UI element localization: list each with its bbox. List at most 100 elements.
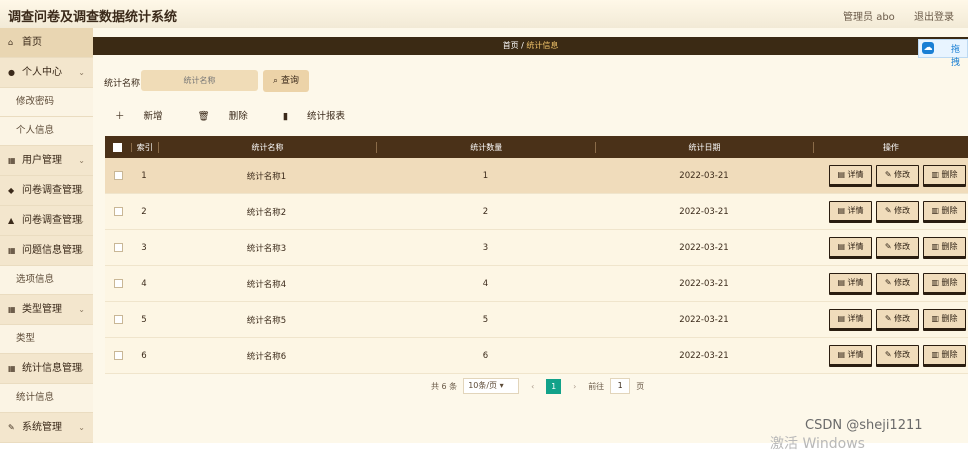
search-icon: ⌕	[273, 76, 279, 86]
sidebar-item[interactable]: ● 个人中心 ⌄	[0, 58, 93, 88]
pencil-icon: ✎	[884, 313, 892, 323]
select-all-checkbox[interactable]	[113, 142, 123, 152]
cell-actions: ▤ 详情 ✎ 修改 ▥ 删除	[813, 272, 968, 295]
sidebar-item[interactable]: ▦ 问题信息管理 ⌄	[0, 236, 93, 266]
edit-button[interactable]: ✎ 修改	[876, 272, 919, 295]
chevron-down-icon: ▾	[499, 381, 504, 390]
sidebar-subitem[interactable]: 统计信息	[0, 384, 93, 413]
edit-button[interactable]: ✎ 修改	[876, 308, 919, 331]
breadcrumb-home[interactable]: 首页	[503, 41, 519, 50]
detail-button[interactable]: ▤ 详情	[829, 272, 872, 295]
remove-button[interactable]: ▥ 删除	[923, 344, 966, 367]
row-checkbox[interactable]	[113, 314, 123, 324]
header-checkbox-cell	[105, 142, 132, 152]
sidebar-item[interactable]: ▦ 统计信息管理 ⌄	[0, 354, 93, 384]
remove-button[interactable]: ▥ 删除	[923, 272, 966, 295]
detail-button[interactable]: ▤ 详情	[829, 164, 872, 187]
page-size-select[interactable]: 10条/页 ▾	[463, 378, 520, 394]
bar-chart-icon: ▮	[282, 111, 288, 122]
sidebar-item-label: 选项信息	[16, 274, 55, 285]
row-checkbox[interactable]	[113, 278, 123, 288]
document-icon: ▤	[837, 349, 845, 359]
document-icon: ▤	[837, 277, 845, 287]
report-button-label: 统计报表	[307, 111, 346, 122]
search-input[interactable]	[141, 70, 258, 91]
breadcrumb-current: 统计信息	[526, 41, 559, 50]
sidebar-item[interactable]: ▲ 问卷调查管理 ⌄	[0, 206, 93, 236]
sidebar-subitem[interactable]: 选项信息	[0, 266, 93, 295]
sidebar-item[interactable]: ▦ 类型管理 ⌄	[0, 295, 93, 325]
edit-button[interactable]: ✎ 修改	[876, 200, 919, 223]
pagination: 共 6 条 10条/页 ▾ ‹ 1 › 前往 1 页	[431, 378, 644, 394]
remove-button[interactable]: ▥ 删除	[923, 236, 966, 259]
cell-date: 2022-03-21	[679, 314, 729, 325]
goto-page-input[interactable]: 1	[610, 378, 631, 394]
cell-actions: ▤ 详情 ✎ 修改 ▥ 删除	[813, 344, 968, 367]
row-checkbox[interactable]	[113, 242, 123, 252]
row-checkbox[interactable]	[113, 206, 123, 216]
trash-icon: ▥	[931, 313, 939, 323]
detail-button[interactable]: ▤ 详情	[829, 200, 872, 223]
prev-page-button[interactable]: ‹	[525, 379, 540, 394]
sidebar-subitem[interactable]: 个人信息	[0, 117, 93, 146]
edit-button[interactable]: ✎ 修改	[876, 164, 919, 187]
cell-index: 6	[141, 350, 147, 361]
logout-link[interactable]: 退出登录	[914, 12, 954, 23]
row-checkbox-cell	[105, 206, 131, 217]
detail-button[interactable]: ▤ 详情	[829, 308, 872, 331]
edit-button[interactable]: ✎ 修改	[876, 236, 919, 259]
cell-actions: ▤ 详情 ✎ 修改 ▥ 删除	[813, 200, 968, 223]
add-button[interactable]: ＋ 新增	[115, 111, 179, 122]
sidebar-item-label: 统计信息管理	[22, 363, 82, 374]
app-title: 调查问卷及调查数据统计系统	[8, 10, 178, 25]
detail-button-label: 详情	[847, 241, 864, 251]
chevron-down-icon: ⌄	[78, 216, 85, 225]
sidebar-item-label: 统计信息	[16, 392, 55, 403]
detail-button[interactable]: ▤ 详情	[829, 344, 872, 367]
sidebar-item[interactable]: ◆ 问卷调查管理 ⌄	[0, 176, 93, 206]
page-size-value: 10条/页	[468, 381, 498, 390]
sidebar-subitem[interactable]: 修改密码	[0, 88, 93, 117]
chevron-left-icon: ‹	[531, 381, 535, 391]
edit-button[interactable]: ✎ 修改	[876, 344, 919, 367]
cell-actions: ▤ 详情 ✎ 修改 ▥ 删除	[813, 236, 968, 259]
edit-button-label: 修改	[894, 169, 911, 179]
remove-button[interactable]: ▥ 删除	[923, 164, 966, 187]
search-button[interactable]: ⌕ 查询	[263, 70, 309, 92]
chevron-down-icon: ⌄	[78, 423, 85, 432]
sidebar-item-label: 修改密码	[16, 96, 55, 107]
cell-date: 2022-03-21	[679, 350, 729, 361]
sidebar-item-label: 问卷调查管理	[22, 185, 82, 196]
page-number-current[interactable]: 1	[546, 378, 562, 394]
edit-button-label: 修改	[894, 241, 911, 251]
row-checkbox[interactable]	[113, 170, 123, 180]
wrench-icon: ✎	[8, 423, 15, 432]
document-icon: ▤	[837, 241, 845, 251]
row-checkbox[interactable]	[113, 350, 123, 360]
table-row: 5 统计名称5 5 2022-03-21 ▤ 详情 ✎ 修改 ▥ 删除	[105, 302, 968, 338]
plus-icon: ＋	[115, 111, 125, 122]
sidebar-item-label: 问题信息管理	[22, 245, 82, 256]
next-page-button[interactable]: ›	[567, 379, 582, 394]
sidebar-subitem[interactable]: 类型	[0, 325, 93, 354]
cell-count: 6	[482, 350, 489, 361]
remove-button[interactable]: ▥ 删除	[923, 200, 966, 223]
trash-icon: ▥	[931, 169, 939, 179]
detail-button[interactable]: ▤ 详情	[829, 236, 872, 259]
sidebar-item[interactable]: ✎ 系统管理 ⌄	[0, 413, 93, 443]
cell-actions: ▤ 详情 ✎ 修改 ▥ 删除	[813, 164, 968, 187]
sidebar-item-label: 个人中心	[22, 67, 62, 78]
table-row: 4 统计名称4 4 2022-03-21 ▤ 详情 ✎ 修改 ▥ 删除	[105, 266, 968, 302]
cell-index: 1	[141, 170, 147, 181]
sidebar-item[interactable]: ⌂ 首页	[0, 28, 93, 58]
remove-button-label: 删除	[941, 241, 958, 251]
drag-helper-widget[interactable]: ☁ 拖拽	[918, 39, 968, 68]
cell-count: 4	[482, 278, 489, 289]
delete-button[interactable]: 🗑 删除	[198, 111, 264, 122]
remove-button[interactable]: ▥ 删除	[923, 308, 966, 331]
cell-index: 4	[141, 278, 147, 289]
row-checkbox-cell	[105, 242, 131, 253]
report-button[interactable]: ▮ 统计报表	[283, 111, 361, 122]
csdn-watermark: CSDN @sheji1211	[805, 418, 923, 433]
sidebar-item[interactable]: ▦ 用户管理 ⌄	[0, 146, 93, 176]
